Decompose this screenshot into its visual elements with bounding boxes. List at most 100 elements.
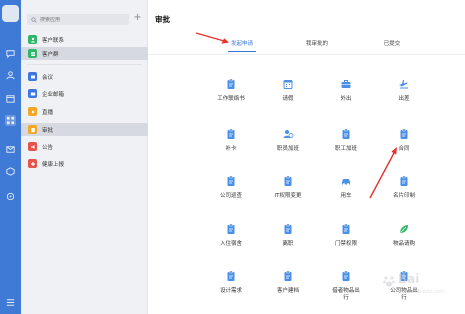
sidebar-item-meeting[interactable]: 会议 — [21, 70, 148, 83]
approval-template-tile[interactable]: 门禁权限 — [319, 223, 373, 257]
clipboard-icon — [225, 128, 237, 140]
tile-label: 物品请购 — [392, 241, 415, 247]
contacts-icon[interactable] — [5, 70, 16, 81]
active-tab-indicator — [228, 51, 256, 52]
nav-rail — [0, 0, 21, 314]
approval-template-tile[interactable]: 合同 — [377, 128, 431, 162]
approval-template-tile[interactable]: 入住宿舍 — [204, 223, 258, 257]
sidebar-divider — [27, 64, 142, 65]
sidebar-item-label: 企业邮箱 — [42, 91, 65, 98]
tile-label: 合同 — [398, 146, 410, 152]
health-report-icon — [28, 159, 37, 168]
chat-icon[interactable] — [5, 48, 16, 59]
clipboard-icon — [282, 223, 294, 235]
live-icon — [28, 107, 37, 116]
approval-template-tile[interactable]: 职员加班 — [261, 128, 315, 162]
sidebar-item-mail[interactable]: 企业邮箱 — [21, 87, 148, 100]
approval-template-tile[interactable]: 设计需求 — [204, 270, 258, 304]
leaf-icon — [398, 223, 410, 235]
customer-contact-icon — [28, 35, 37, 44]
box-icon[interactable] — [5, 166, 16, 177]
clipboard-icon — [225, 223, 237, 235]
mail-icon — [28, 89, 37, 98]
paw-logo-icon — [383, 276, 395, 287]
tile-label: 公司巡查 — [219, 193, 242, 199]
tile-label: 职员加班 — [276, 146, 299, 152]
tile-label: 请假 — [282, 96, 294, 102]
approval-template-tile[interactable]: 离职 — [261, 223, 315, 257]
settings-icon[interactable] — [5, 191, 16, 202]
clipboard-icon — [225, 270, 237, 282]
approval-template-tile[interactable]: 借者物品出行 — [319, 270, 373, 304]
add-button[interactable]: + — [132, 13, 143, 24]
approval-template-tile[interactable]: IT权限变更 — [261, 175, 315, 209]
page-title: 审批 — [155, 15, 170, 24]
sidebar-item-label: 健康上报 — [42, 161, 65, 168]
sidebar-item-label: 客户群 — [42, 51, 59, 58]
calendar-icon — [282, 78, 294, 90]
sidebar-item-label: 客户联系 — [42, 37, 65, 44]
clipboard-icon — [340, 270, 352, 282]
approval-panel: 审批 发起申请 我审批的 已提交 工作联络书 请假 外出 出差补卡 职员加班 职工加班 合同… — [148, 0, 465, 314]
clipboard-icon — [398, 128, 410, 140]
briefcase-icon — [340, 78, 352, 90]
tile-label: 借者物品出行 — [332, 288, 360, 301]
person-clock-icon — [282, 128, 294, 140]
approval-template-tile[interactable]: 请假 — [261, 78, 315, 112]
tab-submitted[interactable]: 已提交 — [384, 39, 401, 47]
tab-initiate[interactable]: 发起申请 — [231, 39, 253, 47]
clipboard-icon — [398, 175, 410, 187]
approval-template-tile[interactable]: 出差 — [377, 78, 431, 112]
approval-template-tile[interactable]: 补卡 — [204, 128, 258, 162]
avatar[interactable] — [2, 5, 19, 22]
tab-bar: 发起申请 我审批的 已提交 — [148, 35, 465, 55]
tile-label: 门禁权限 — [334, 241, 357, 247]
sidebar-item-customer-group[interactable]: 客户群 — [21, 47, 148, 60]
sidebar-item-customer-contact[interactable]: 客户联系 — [21, 33, 148, 46]
approval-template-tile[interactable]: 用车 — [319, 175, 373, 209]
car-icon — [340, 175, 352, 187]
approval-template-tile[interactable]: 外出 — [319, 78, 373, 112]
meeting-icon — [28, 72, 37, 81]
mail-icon[interactable] — [5, 144, 16, 155]
tile-label: 职工加班 — [334, 146, 357, 152]
clipboard-icon — [225, 175, 237, 187]
approval-template-tile[interactable]: 物品请购 — [377, 223, 431, 257]
sidebar-item-label: 会议 — [42, 74, 54, 81]
clipboard-icon — [225, 78, 237, 90]
approval-template-tile[interactable]: 客户建档 — [261, 270, 315, 304]
search-box[interactable] — [27, 14, 129, 25]
approval-icon — [28, 125, 37, 134]
sidebar-item-label: 审批 — [42, 127, 54, 134]
calendar-icon[interactable] — [5, 93, 16, 104]
search-input[interactable] — [40, 16, 120, 23]
workspace-icon[interactable] — [5, 115, 16, 126]
sidebar-item-health-report[interactable]: 健康上报 — [21, 157, 148, 170]
tile-label: IT权限变更 — [274, 193, 302, 199]
approval-template-tile[interactable]: 职工加班 — [319, 128, 373, 162]
tile-label: 设计需求 — [219, 288, 242, 294]
sidebar-item-live[interactable]: 直播 — [21, 105, 148, 118]
approval-template-tile[interactable]: 工作联络书 — [204, 78, 258, 112]
approval-template-tile[interactable]: 名片印制 — [377, 175, 431, 209]
tile-label: 入住宿舍 — [219, 241, 242, 247]
tile-label: 用车 — [340, 193, 352, 199]
app-window: + 客户联系 客户群 会议 企业邮箱 直播 — [0, 0, 465, 314]
tile-label: 外出 — [340, 96, 352, 102]
watermark: Bai jingyan.baidu.com — [380, 270, 460, 306]
sidebar-item-label: 直播 — [42, 109, 54, 116]
announcement-icon — [28, 142, 37, 151]
clipboard-icon — [340, 128, 352, 140]
sidebar-item-label: 公告 — [42, 144, 54, 151]
clipboard-icon — [282, 175, 294, 187]
sidebar-item-approval[interactable]: 审批 — [21, 123, 148, 136]
tile-label: 客户建档 — [276, 288, 299, 294]
menu-icon[interactable] — [5, 297, 16, 308]
tile-label: 名片印制 — [392, 193, 415, 199]
app-sidebar: + 客户联系 客户群 会议 企业邮箱 直播 — [21, 0, 148, 314]
sidebar-item-announcement[interactable]: 公告 — [21, 140, 148, 153]
approval-template-tile[interactable]: 公司巡查 — [204, 175, 258, 209]
tile-label: 出差 — [398, 96, 410, 102]
tile-label: 工作联络书 — [217, 96, 245, 102]
tab-my-approvals[interactable]: 我审批的 — [306, 39, 328, 47]
